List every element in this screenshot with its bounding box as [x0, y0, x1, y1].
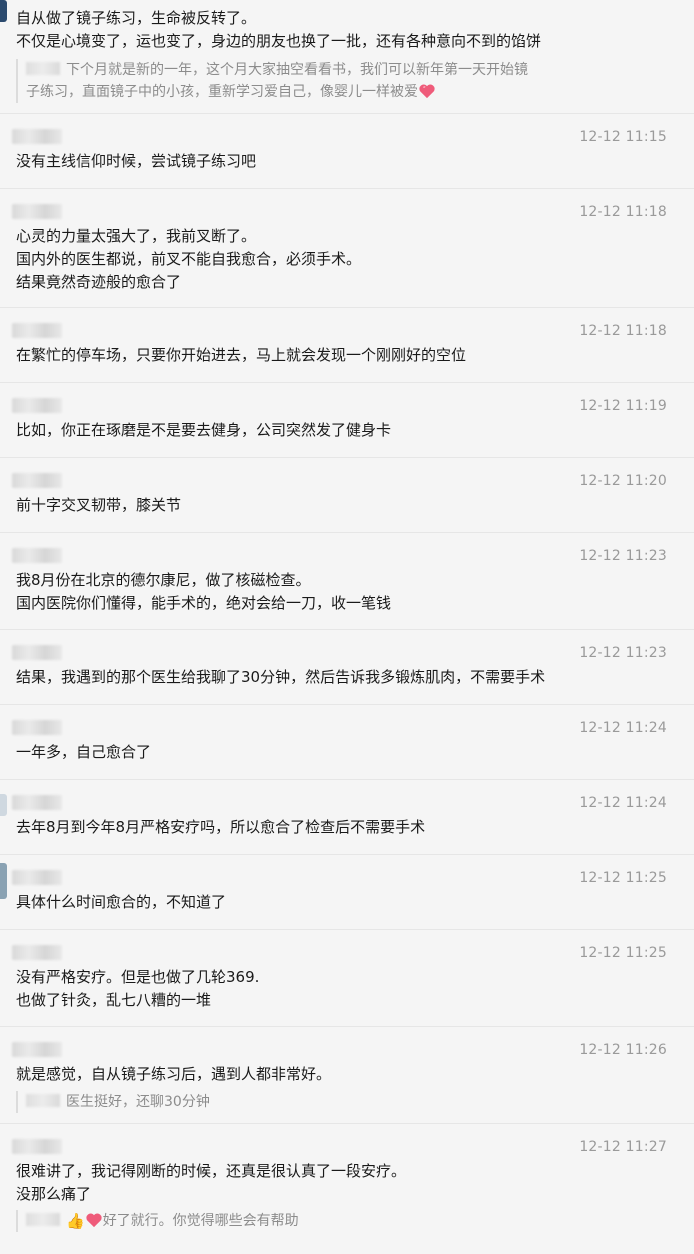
quote-line: 子练习，直面镜子中的小孩，重新学习爱自己，像婴儿一样被爱 [26, 84, 418, 100]
message-time: 12-12 11:27 [579, 1139, 667, 1155]
list-item: 12-12 11:27 很难讲了，我记得刚断的时候，还真是很认真了一段安疗。 没… [0, 1124, 694, 1254]
sender-name [12, 473, 62, 488]
message-line: 一年多，自己愈合了 [16, 743, 152, 761]
quote-line: 医生挺好，还聊30分钟 [66, 1094, 210, 1110]
list-item: 12-12 11:20 前十字交叉韧带，膝关节 [0, 458, 694, 533]
avatar[interactable] [0, 0, 7, 22]
message-line: 也做了针灸，乱七八糟的一堆 [16, 991, 212, 1009]
message-time: 12-12 11:23 [579, 645, 667, 661]
message-line: 前十字交叉韧带，膝关节 [16, 496, 182, 514]
sender-name [12, 720, 62, 735]
list-item: 12-12 11:24 一年多，自己愈合了 [0, 705, 694, 780]
sender-name [12, 645, 62, 660]
message-time: 12-12 11:20 [579, 473, 667, 489]
message-time: 12-12 11:18 [579, 323, 667, 339]
message-line: 在繁忙的停车场，只要你开始进去，马上就会发现一个刚刚好的空位 [16, 346, 467, 364]
message-line: 没有主线信仰时候，尝试镜子练习吧 [16, 152, 257, 170]
heart-icon [419, 84, 435, 99]
list-item: 自从做了镜子练习，生命被反转了。 不仅是心境变了，运也变了，身边的朋友也换了一批… [0, 0, 694, 114]
sender-name [12, 548, 62, 563]
thumbs-up-icon: 👍 [66, 1212, 85, 1230]
message-line: 心灵的力量太强大了，我前叉断了。 [16, 227, 257, 245]
sender-name [12, 1042, 62, 1057]
message-time: 12-12 11:24 [579, 795, 667, 811]
message-time: 12-12 11:25 [579, 945, 667, 961]
message-line: 结果竟然奇迹般的愈合了 [16, 273, 182, 291]
message-text: 自从做了镜子练习，生命被反转了。 不仅是心境变了，运也变了，身边的朋友也换了一批… [16, 7, 674, 53]
sender-name [12, 204, 62, 219]
message-line: 结果，我遇到的那个医生给我聊了30分钟，然后告诉我多锻炼肌肉，不需要手术 [16, 668, 546, 686]
quoted-name [26, 62, 60, 75]
message-time: 12-12 11:18 [579, 204, 667, 220]
message-line: 没有严格安疗。但是也做了几轮369. [16, 968, 260, 986]
message-line: 就是感觉，自从镜子练习后，遇到人都非常好。 [16, 1065, 332, 1083]
message-line: 比如，你正在琢磨是不是要去健身，公司突然发了健身卡 [16, 421, 392, 439]
chat-feed: 自从做了镜子练习，生命被反转了。 不仅是心境变了，运也变了，身边的朋友也换了一批… [0, 0, 694, 1254]
quoted-name [26, 1094, 60, 1107]
message-line: 我8月份在北京的德尔康尼，做了核磁检查。 [16, 571, 311, 589]
sender-name [12, 398, 62, 413]
sender-name [12, 870, 62, 885]
quoted-reply[interactable]: 👍 好了就行。你觉得哪些会有帮助 [16, 1210, 674, 1232]
message-time: 12-12 11:26 [579, 1042, 667, 1058]
quoted-name [26, 1213, 60, 1226]
list-item: 12-12 11:19 比如，你正在琢磨是不是要去健身，公司突然发了健身卡 [0, 383, 694, 458]
message-line: 国内医院你们懂得，能手术的，绝对会给一刀，收一笔钱 [16, 594, 392, 612]
message-line: 具体什么时间愈合的，不知道了 [16, 893, 227, 911]
message-line: 不仅是心境变了，运也变了，身边的朋友也换了一批，还有各种意向不到的馅饼 [16, 32, 542, 50]
sender-name [12, 945, 62, 960]
list-item: 12-12 11:25 具体什么时间愈合的，不知道了 [0, 855, 694, 930]
avatar[interactable] [0, 794, 7, 816]
message-line: 国内外的医生都说，前叉不能自我愈合，必须手术。 [16, 250, 362, 268]
sender-name [12, 1139, 62, 1154]
list-item: 12-12 11:18 在繁忙的停车场，只要你开始进去，马上就会发现一个刚刚好的… [0, 308, 694, 383]
list-item: 12-12 11:26 就是感觉，自从镜子练习后，遇到人都非常好。 医生挺好，还… [0, 1027, 694, 1124]
quote-line: 好了就行。你觉得哪些会有帮助 [102, 1213, 299, 1229]
list-item: 12-12 11:18 心灵的力量太强大了，我前叉断了。 国内外的医生都说，前叉… [0, 189, 694, 308]
quote-line: 下个月就是新的一年，这个月大家抽空看看书，我们可以新年第一天开始镜 [66, 62, 528, 78]
message-time: 12-12 11:25 [579, 870, 667, 886]
message-time: 12-12 11:15 [579, 129, 667, 145]
sender-name [12, 795, 62, 810]
list-item: 12-12 11:24 去年8月到今年8月严格安疗吗，所以愈合了检查后不需要手术 [0, 780, 694, 855]
avatar[interactable] [0, 863, 7, 899]
list-item: 12-12 11:15 没有主线信仰时候，尝试镜子练习吧 [0, 114, 694, 189]
heart-icon [86, 1213, 102, 1228]
message-line: 没那么痛了 [16, 1185, 92, 1203]
message-time: 12-12 11:19 [579, 398, 667, 414]
list-item: 12-12 11:23 我8月份在北京的德尔康尼，做了核磁检查。 国内医院你们懂… [0, 533, 694, 630]
quoted-reply[interactable]: 医生挺好，还聊30分钟 [16, 1091, 674, 1113]
message-time: 12-12 11:23 [579, 548, 667, 564]
sender-name [12, 323, 62, 338]
message-time: 12-12 11:24 [579, 720, 667, 736]
message-line: 去年8月到今年8月严格安疗吗，所以愈合了检查后不需要手术 [16, 818, 426, 836]
quoted-reply[interactable]: 下个月就是新的一年，这个月大家抽空看看书，我们可以新年第一天开始镜 子练习，直面… [16, 59, 674, 103]
message-line: 自从做了镜子练习，生命被反转了。 [16, 9, 257, 27]
list-item: 12-12 11:25 没有严格安疗。但是也做了几轮369. 也做了针灸，乱七八… [0, 930, 694, 1027]
list-item: 12-12 11:23 结果，我遇到的那个医生给我聊了30分钟，然后告诉我多锻炼… [0, 630, 694, 705]
sender-name [12, 129, 62, 144]
message-line: 很难讲了，我记得刚断的时候，还真是很认真了一段安疗。 [16, 1162, 407, 1180]
